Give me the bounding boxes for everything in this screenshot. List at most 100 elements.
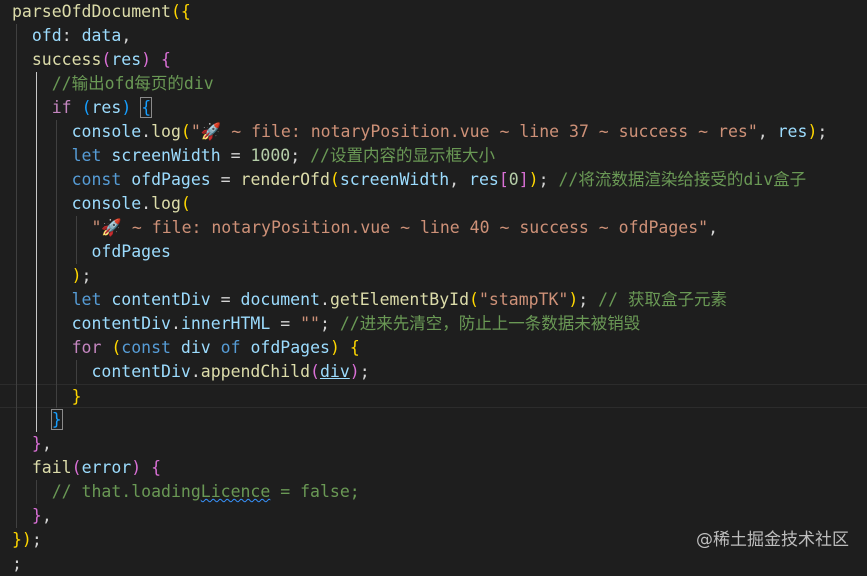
code-line[interactable]: }: [0, 384, 867, 408]
code-token: ): [131, 458, 142, 477]
code-token: ,: [41, 434, 52, 453]
code-token: ): [121, 98, 132, 117]
indent-guide: [76, 360, 77, 384]
code-token: ): [71, 266, 82, 285]
code-token: (: [81, 98, 92, 117]
code-token: ,: [41, 506, 52, 525]
code-editor[interactable]: parseOfdDocument({ ofd: data, success(re…: [0, 0, 867, 573]
code-token: =: [270, 314, 301, 333]
code-line[interactable]: parseOfdDocument({: [0, 0, 191, 24]
code-token: ofdPages: [250, 338, 330, 357]
code-line[interactable]: );: [0, 264, 92, 288]
code-token: (: [180, 122, 191, 141]
code-token: {: [151, 458, 162, 477]
code-token: fail: [31, 458, 72, 477]
code-token: .: [141, 122, 152, 141]
code-token: .: [170, 314, 181, 333]
code-token: ;: [578, 290, 599, 309]
code-line[interactable]: console.log("🚀 ~ file: notaryPosition.vu…: [0, 120, 828, 144]
code-token: ;: [12, 554, 22, 573]
code-token: ({: [170, 2, 191, 21]
code-token: // that.loading: [51, 482, 201, 501]
code-line[interactable]: // that.loadingLicence = false;: [0, 480, 360, 504]
code-token: renderOfd: [240, 170, 330, 189]
code-token: ;: [31, 530, 42, 549]
code-token: //设置内容的显示框大小: [310, 146, 495, 165]
code-token: :: [61, 26, 82, 45]
code-token: if: [51, 98, 72, 117]
indent-guide: [76, 216, 77, 264]
code-line[interactable]: ;: [0, 552, 22, 576]
code-token: ofd: [31, 26, 62, 45]
code-line[interactable]: let contentDiv = document.getElementById…: [0, 288, 727, 312]
code-token: ;: [81, 266, 92, 285]
code-token: ,: [121, 26, 132, 45]
code-token: res: [469, 170, 499, 189]
code-token: div: [319, 362, 350, 381]
code-line[interactable]: });: [0, 528, 42, 552]
code-token: (: [111, 338, 122, 357]
code-token: const: [121, 338, 171, 357]
code-token: = false;: [270, 482, 360, 501]
code-token: //进来先清空，防止上一条数据未被销毁: [339, 314, 641, 333]
code-line[interactable]: ofdPages: [0, 240, 171, 264]
code-line[interactable]: }: [0, 408, 63, 432]
code-line[interactable]: success(res) {: [0, 48, 171, 72]
code-token: let: [71, 146, 102, 165]
code-token: success: [31, 50, 102, 69]
code-token: {: [161, 50, 171, 69]
code-line[interactable]: for (const div of ofdPages) {: [0, 336, 360, 360]
code-token: let: [71, 290, 102, 309]
code-line[interactable]: if (res) {: [0, 96, 153, 120]
code-token: [: [498, 170, 509, 189]
code-token: ;: [359, 362, 370, 381]
code-token: // 获取盒子元素: [598, 290, 727, 309]
code-token: (: [469, 290, 479, 309]
code-token: ): [568, 290, 579, 309]
code-line[interactable]: "🚀 ~ file: notaryPosition.vue ~ line 40 …: [0, 216, 718, 240]
code-token: }: [71, 387, 82, 406]
code-token: innerHTML: [180, 314, 271, 333]
code-line[interactable]: fail(error) {: [0, 456, 161, 480]
code-line[interactable]: console.log(: [0, 192, 191, 216]
code-line[interactable]: let screenWidth = 1000; //设置内容的显示框大小: [0, 144, 495, 168]
code-token: "": [300, 314, 320, 333]
code-line[interactable]: },: [0, 504, 52, 528]
code-token: res: [111, 50, 142, 69]
code-token: (: [180, 194, 191, 213]
code-token: }: [31, 506, 42, 525]
code-token: "stampTK": [478, 290, 569, 309]
code-line[interactable]: contentDiv.innerHTML = ""; //进来先清空，防止上一条…: [0, 312, 641, 336]
code-token: }: [50, 409, 63, 430]
code-token: (: [329, 170, 340, 189]
code-line[interactable]: },: [0, 432, 52, 456]
code-token: ): [329, 338, 340, 357]
code-token: console: [71, 122, 142, 141]
code-token: Licence: [200, 482, 271, 501]
code-token: ofdPages: [91, 242, 171, 261]
code-token: =: [220, 146, 251, 165]
code-line[interactable]: //输出ofd每页的div: [0, 72, 214, 96]
code-token: .: [320, 290, 330, 309]
code-line[interactable]: ofd: data,: [0, 24, 131, 48]
code-token: res: [777, 122, 808, 141]
code-token: {: [349, 338, 360, 357]
code-line[interactable]: const ofdPages = renderOfd(screenWidth, …: [0, 168, 807, 192]
code-token: ;: [817, 122, 828, 141]
